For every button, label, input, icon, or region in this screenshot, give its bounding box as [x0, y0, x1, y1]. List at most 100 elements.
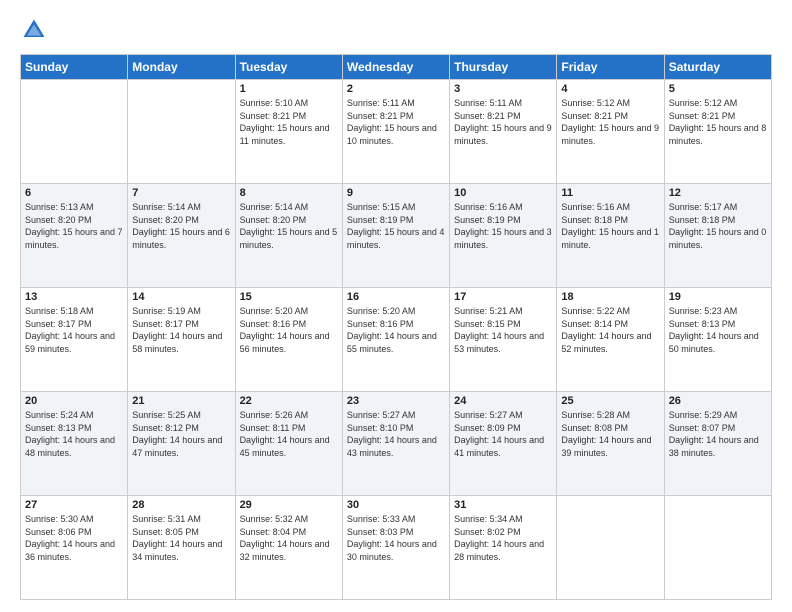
calendar-cell [128, 80, 235, 184]
calendar-cell: 13 Sunrise: 5:18 AM Sunset: 8:17 PM Dayli… [21, 288, 128, 392]
day-info: Sunrise: 5:31 AM Sunset: 8:05 PM Dayligh… [132, 513, 230, 563]
day-header-saturday: Saturday [664, 55, 771, 80]
calendar-week-row: 27 Sunrise: 5:30 AM Sunset: 8:06 PM Dayli… [21, 496, 772, 600]
day-header-monday: Monday [128, 55, 235, 80]
calendar-cell: 30 Sunrise: 5:33 AM Sunset: 8:03 PM Dayli… [342, 496, 449, 600]
day-info: Sunrise: 5:28 AM Sunset: 8:08 PM Dayligh… [561, 409, 659, 459]
calendar-cell [557, 496, 664, 600]
day-number: 12 [669, 187, 767, 199]
day-number: 8 [240, 187, 338, 199]
day-number: 30 [347, 499, 445, 511]
calendar-cell: 29 Sunrise: 5:32 AM Sunset: 8:04 PM Dayli… [235, 496, 342, 600]
calendar-cell: 24 Sunrise: 5:27 AM Sunset: 8:09 PM Dayli… [450, 392, 557, 496]
day-info: Sunrise: 5:27 AM Sunset: 8:10 PM Dayligh… [347, 409, 445, 459]
calendar-cell: 9 Sunrise: 5:15 AM Sunset: 8:19 PM Daylig… [342, 184, 449, 288]
day-number: 31 [454, 499, 552, 511]
day-info: Sunrise: 5:12 AM Sunset: 8:21 PM Dayligh… [561, 97, 659, 147]
calendar-cell: 8Sunrise: 5:14 AM Sunset: 8:20 PM Daylig… [235, 184, 342, 288]
header [20, 16, 772, 44]
day-number: 2 [347, 83, 445, 95]
day-header-tuesday: Tuesday [235, 55, 342, 80]
day-number: 9 [347, 187, 445, 199]
calendar-cell: 26Sunrise: 5:29 AM Sunset: 8:07 PM Dayli… [664, 392, 771, 496]
day-info: Sunrise: 5:30 AM Sunset: 8:06 PM Dayligh… [25, 513, 123, 563]
calendar-cell: 10Sunrise: 5:16 AM Sunset: 8:19 PM Dayli… [450, 184, 557, 288]
calendar-week-row: 13 Sunrise: 5:18 AM Sunset: 8:17 PM Dayli… [21, 288, 772, 392]
day-number: 28 [132, 499, 230, 511]
calendar: SundayMondayTuesdayWednesdayThursdayFrid… [20, 54, 772, 600]
calendar-cell: 11Sunrise: 5:16 AM Sunset: 8:18 PM Dayli… [557, 184, 664, 288]
calendar-week-row: 6 Sunrise: 5:13 AM Sunset: 8:20 PM Daylig… [21, 184, 772, 288]
day-info: Sunrise: 5:29 AM Sunset: 8:07 PM Dayligh… [669, 409, 767, 459]
day-info: Sunrise: 5:16 AM Sunset: 8:19 PM Dayligh… [454, 201, 552, 251]
day-info: Sunrise: 5:17 AM Sunset: 8:18 PM Dayligh… [669, 201, 767, 251]
day-number: 11 [561, 187, 659, 199]
day-info: Sunrise: 5:12 AM Sunset: 8:21 PM Dayligh… [669, 97, 767, 147]
day-info: Sunrise: 5:20 AM Sunset: 8:16 PM Dayligh… [347, 305, 445, 355]
day-info: Sunrise: 5:25 AM Sunset: 8:12 PM Dayligh… [132, 409, 230, 459]
calendar-cell: 31Sunrise: 5:34 AM Sunset: 8:02 PM Dayli… [450, 496, 557, 600]
day-number: 5 [669, 83, 767, 95]
day-info: Sunrise: 5:27 AM Sunset: 8:09 PM Dayligh… [454, 409, 552, 459]
calendar-cell: 21 Sunrise: 5:25 AM Sunset: 8:12 PM Dayli… [128, 392, 235, 496]
day-number: 23 [347, 395, 445, 407]
calendar-cell: 23 Sunrise: 5:27 AM Sunset: 8:10 PM Dayli… [342, 392, 449, 496]
day-number: 6 [25, 187, 123, 199]
day-number: 7 [132, 187, 230, 199]
day-number: 16 [347, 291, 445, 303]
day-info: Sunrise: 5:14 AM Sunset: 8:20 PM Dayligh… [132, 201, 230, 251]
day-info: Sunrise: 5:13 AM Sunset: 8:20 PM Dayligh… [25, 201, 123, 251]
calendar-week-row: 20Sunrise: 5:24 AM Sunset: 8:13 PM Dayli… [21, 392, 772, 496]
day-number: 18 [561, 291, 659, 303]
day-number: 3 [454, 83, 552, 95]
calendar-cell: 5 Sunrise: 5:12 AM Sunset: 8:21 PM Daylig… [664, 80, 771, 184]
day-number: 17 [454, 291, 552, 303]
calendar-cell: 16 Sunrise: 5:20 AM Sunset: 8:16 PM Dayli… [342, 288, 449, 392]
day-info: Sunrise: 5:18 AM Sunset: 8:17 PM Dayligh… [25, 305, 123, 355]
calendar-cell: 14 Sunrise: 5:19 AM Sunset: 8:17 PM Dayli… [128, 288, 235, 392]
day-number: 1 [240, 83, 338, 95]
day-number: 4 [561, 83, 659, 95]
calendar-cell: 28 Sunrise: 5:31 AM Sunset: 8:05 PM Dayli… [128, 496, 235, 600]
day-header-friday: Friday [557, 55, 664, 80]
day-number: 29 [240, 499, 338, 511]
day-info: Sunrise: 5:11 AM Sunset: 8:21 PM Dayligh… [347, 97, 445, 147]
day-number: 24 [454, 395, 552, 407]
day-number: 25 [561, 395, 659, 407]
day-number: 14 [132, 291, 230, 303]
day-info: Sunrise: 5:19 AM Sunset: 8:17 PM Dayligh… [132, 305, 230, 355]
calendar-cell: 27 Sunrise: 5:30 AM Sunset: 8:06 PM Dayli… [21, 496, 128, 600]
day-info: Sunrise: 5:15 AM Sunset: 8:19 PM Dayligh… [347, 201, 445, 251]
day-info: Sunrise: 5:33 AM Sunset: 8:03 PM Dayligh… [347, 513, 445, 563]
calendar-cell: 1 Sunrise: 5:10 AM Sunset: 8:21 PM Daylig… [235, 80, 342, 184]
calendar-cell: 7 Sunrise: 5:14 AM Sunset: 8:20 PM Daylig… [128, 184, 235, 288]
logo [20, 16, 52, 44]
calendar-cell: 17Sunrise: 5:21 AM Sunset: 8:15 PM Dayli… [450, 288, 557, 392]
calendar-cell: 15Sunrise: 5:20 AM Sunset: 8:16 PM Dayli… [235, 288, 342, 392]
day-number: 22 [240, 395, 338, 407]
calendar-cell [664, 496, 771, 600]
day-number: 13 [25, 291, 123, 303]
day-info: Sunrise: 5:11 AM Sunset: 8:21 PM Dayligh… [454, 97, 552, 147]
day-info: Sunrise: 5:26 AM Sunset: 8:11 PM Dayligh… [240, 409, 338, 459]
day-number: 27 [25, 499, 123, 511]
day-number: 21 [132, 395, 230, 407]
day-header-sunday: Sunday [21, 55, 128, 80]
day-info: Sunrise: 5:23 AM Sunset: 8:13 PM Dayligh… [669, 305, 767, 355]
page: SundayMondayTuesdayWednesdayThursdayFrid… [0, 0, 792, 612]
day-header-thursday: Thursday [450, 55, 557, 80]
day-number: 19 [669, 291, 767, 303]
day-info: Sunrise: 5:22 AM Sunset: 8:14 PM Dayligh… [561, 305, 659, 355]
day-header-wednesday: Wednesday [342, 55, 449, 80]
calendar-cell: 2 Sunrise: 5:11 AM Sunset: 8:21 PM Daylig… [342, 80, 449, 184]
calendar-week-row: 1 Sunrise: 5:10 AM Sunset: 8:21 PM Daylig… [21, 80, 772, 184]
calendar-cell: 12 Sunrise: 5:17 AM Sunset: 8:18 PM Dayli… [664, 184, 771, 288]
day-info: Sunrise: 5:32 AM Sunset: 8:04 PM Dayligh… [240, 513, 338, 563]
day-info: Sunrise: 5:20 AM Sunset: 8:16 PM Dayligh… [240, 305, 338, 355]
day-info: Sunrise: 5:10 AM Sunset: 8:21 PM Dayligh… [240, 97, 338, 147]
calendar-header-row: SundayMondayTuesdayWednesdayThursdayFrid… [21, 55, 772, 80]
calendar-cell [21, 80, 128, 184]
calendar-cell: 6 Sunrise: 5:13 AM Sunset: 8:20 PM Daylig… [21, 184, 128, 288]
calendar-cell: 3 Sunrise: 5:11 AM Sunset: 8:21 PM Daylig… [450, 80, 557, 184]
logo-icon [20, 16, 48, 44]
